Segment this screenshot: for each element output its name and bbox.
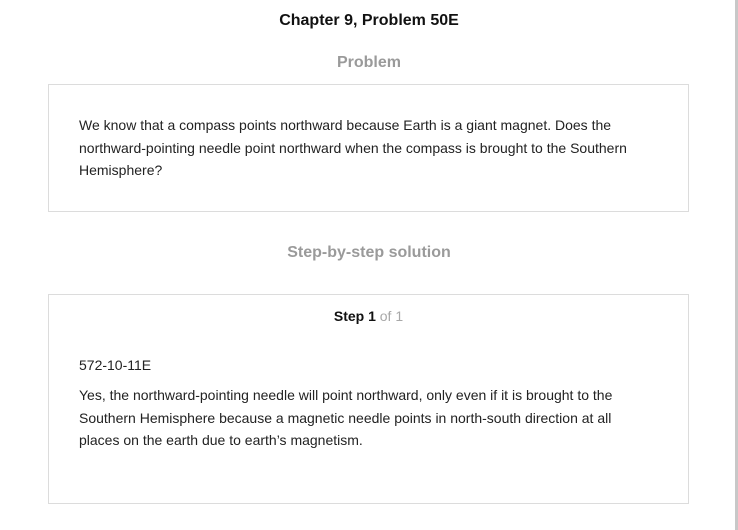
problem-text: We know that a compass points northward … [79,117,627,178]
chapter-title: Chapter 9, Problem 50E [279,12,459,29]
page: Chapter 9, Problem 50E Problem We know t… [0,0,738,530]
problem-heading: Problem [336,54,401,71]
solution-box: Step 1 of 1 572-10-11E Yes, the northwar… [48,294,689,504]
step-code: 572-10-11E [79,357,152,373]
problem-box: We know that a compass points northward … [48,84,689,212]
step-answer-text: Yes, the northward-pointing needle will … [79,387,613,448]
solution-heading: Step-by-step solution [287,244,451,261]
step-count: of 1 [375,308,404,324]
step-header: Step 1 of 1 [49,308,688,324]
step-label: Step 1 [333,308,376,324]
